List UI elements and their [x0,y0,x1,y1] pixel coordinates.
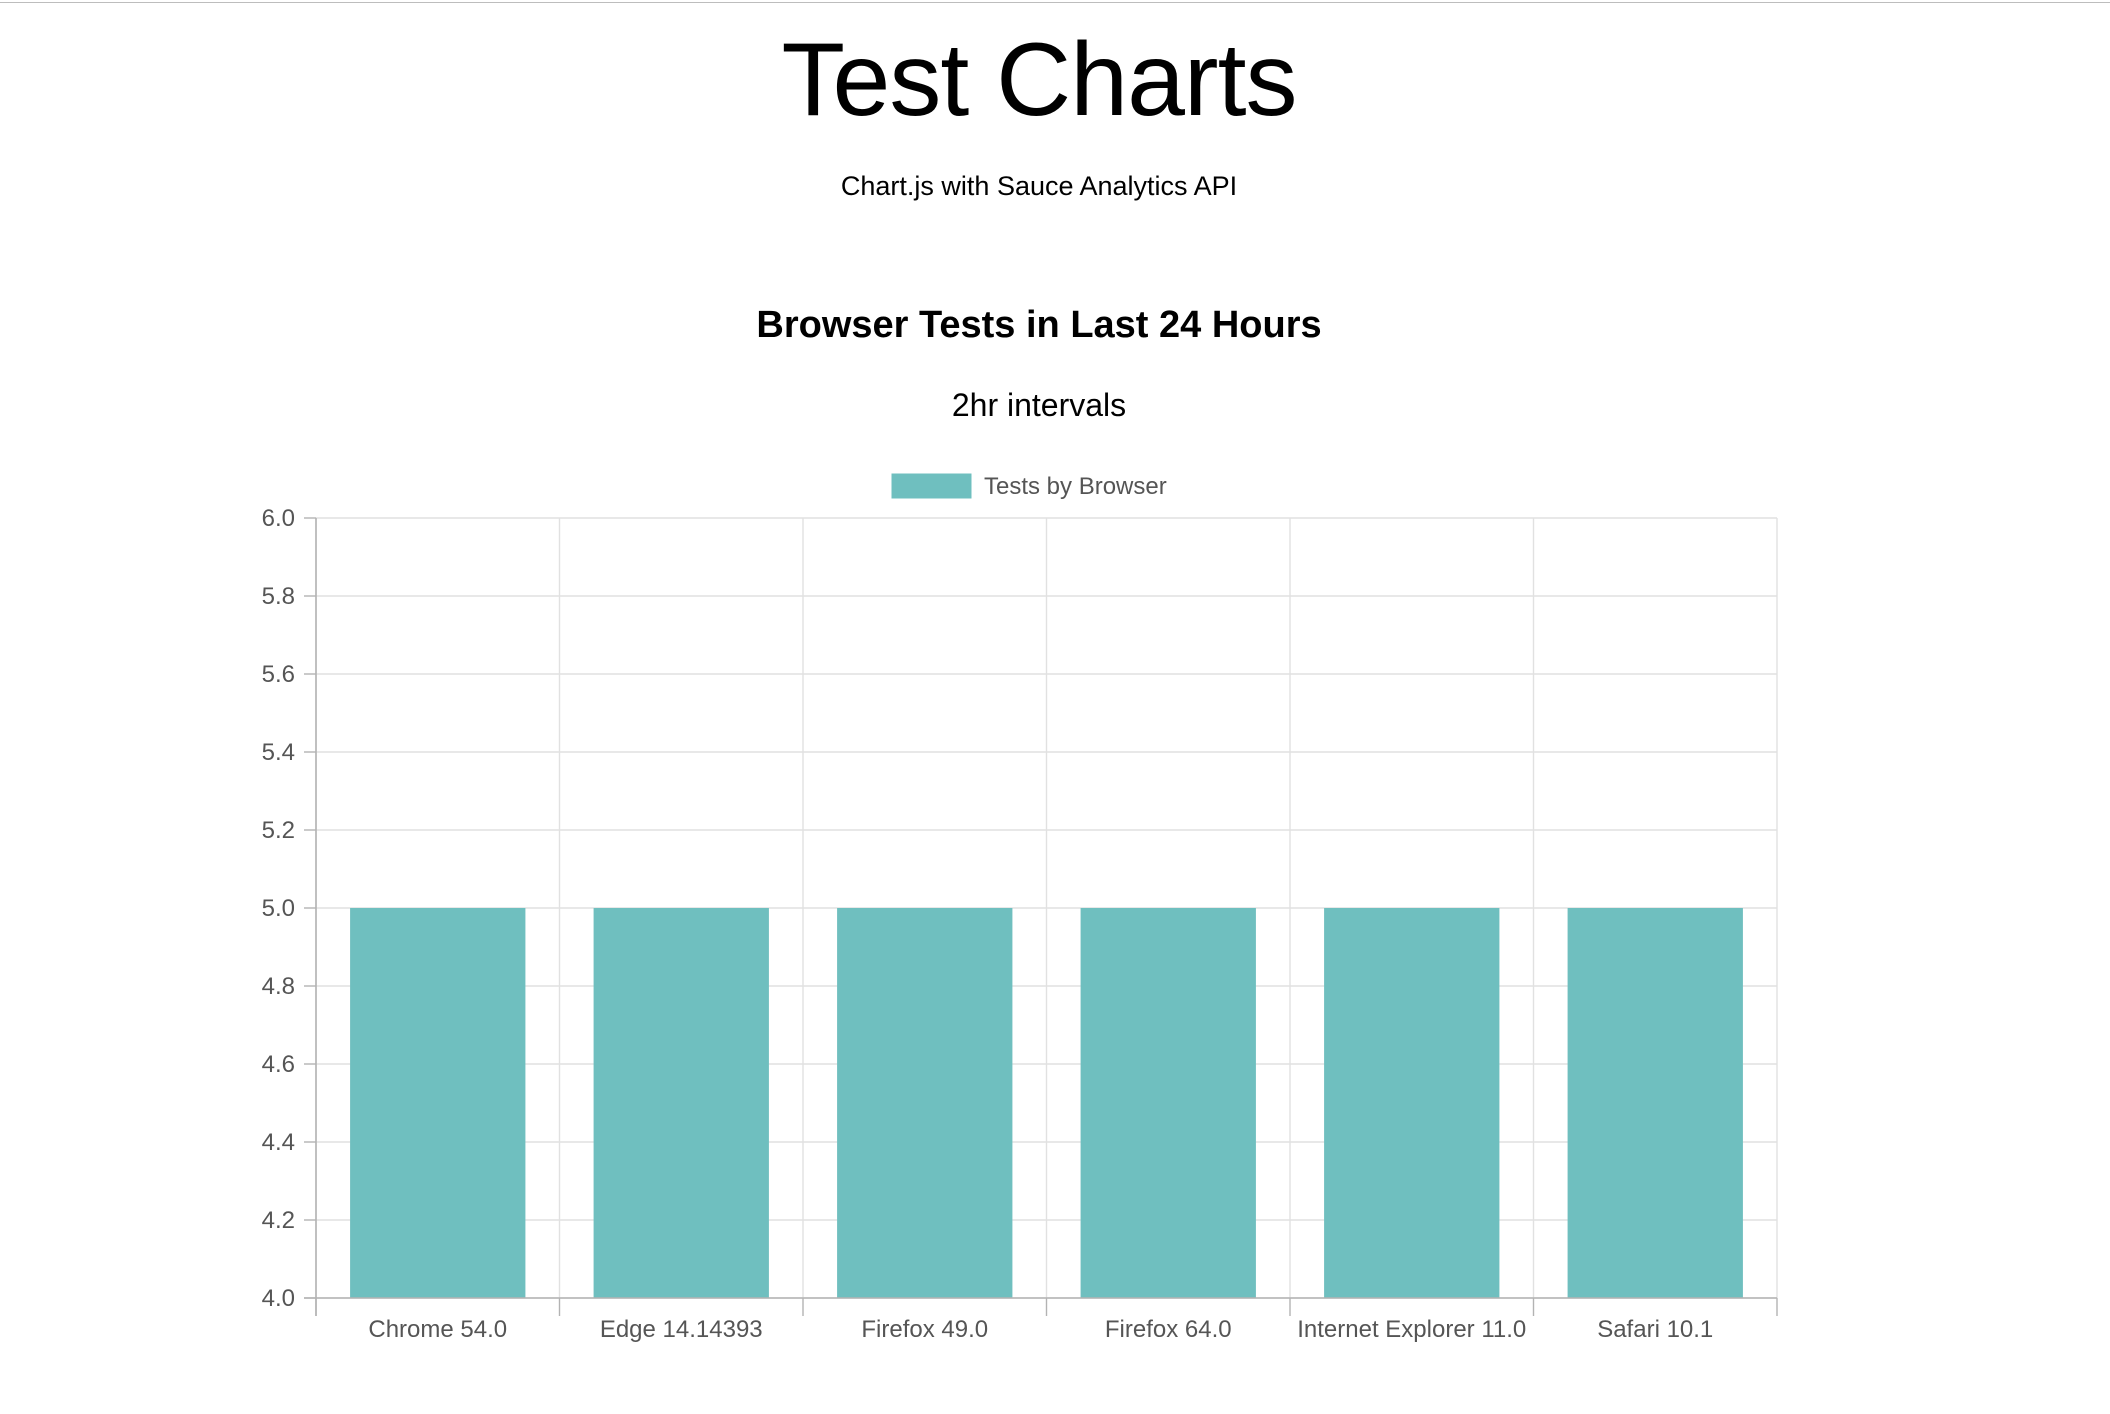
bar-chrome-54-0 [350,908,526,1298]
x-tick-label: Edge 14.14393 [600,1316,763,1343]
bar-edge-14-14393 [593,908,769,1298]
y-tick-label: 4.8 [262,973,295,1000]
x-tick-label: Firefox 49.0 [861,1316,988,1343]
bar-firefox-64-0 [1080,908,1256,1298]
legend[interactable]: Tests by Browser [890,472,1167,500]
x-tick-label: Safari 10.1 [1597,1316,1713,1343]
y-tick-label: 5.0 [262,895,295,922]
y-tick-label: 4.0 [262,1285,295,1312]
y-tick-label: 4.2 [262,1207,295,1234]
bar-internet-explorer-11-0 [1324,908,1500,1298]
bar-chart: 6.0 5.8 5.6 5.4 5.2 5.0 4.8 4.6 4.4 4.2 4.0 Chrome … [262,472,1778,1343]
y-tick-label: 5.4 [262,739,295,766]
y-tick-label: 5.8 [262,583,295,610]
y-tick-label: 4.6 [262,1051,295,1078]
legend-swatch[interactable] [890,472,973,500]
x-tick-label: Chrome 54.0 [368,1316,507,1343]
legend-label[interactable]: Tests by Browser [984,473,1167,500]
grid-lines [315,517,1778,1299]
y-tick-label: 5.6 [262,661,295,688]
bar-safari-10-1 [1567,908,1743,1298]
y-tick-label: 6.0 [262,505,295,532]
x-tick-label: Internet Explorer 11.0 [1297,1316,1526,1343]
y-tick-label: 4.4 [262,1129,295,1156]
x-tick-label: Firefox 64.0 [1105,1316,1232,1343]
bar-firefox-49-0 [837,908,1013,1298]
y-tick-label: 5.2 [262,817,295,844]
